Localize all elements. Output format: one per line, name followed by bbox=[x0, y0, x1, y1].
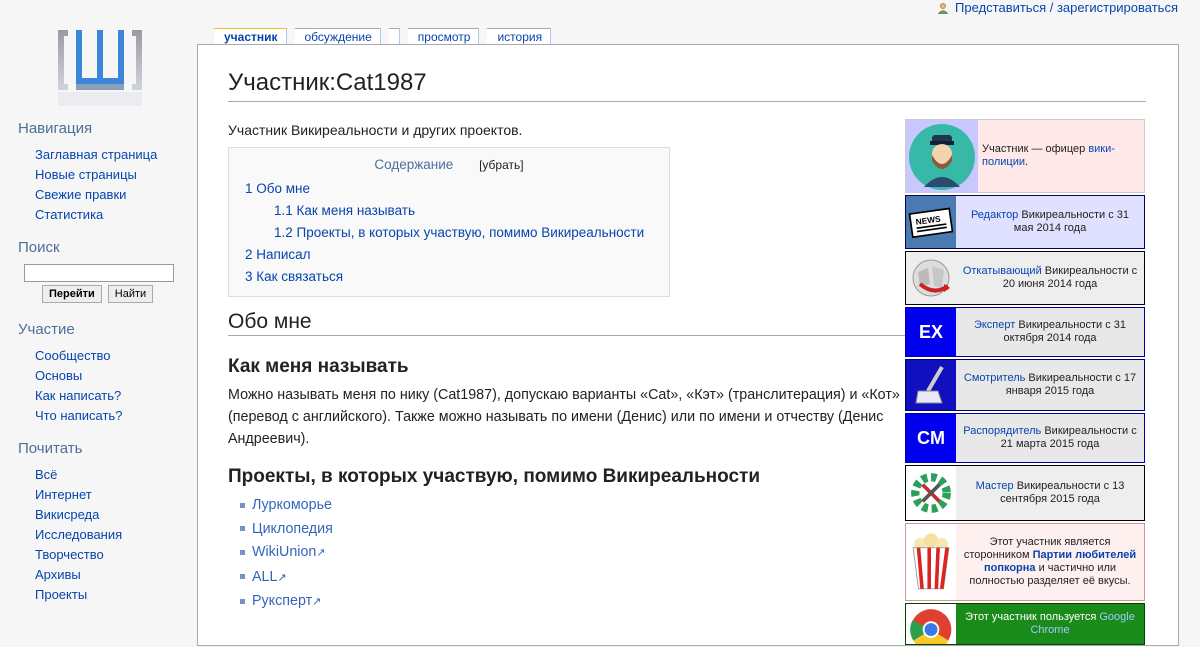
nav-item-wikisreda[interactable]: Викисреда bbox=[35, 505, 190, 525]
nav-item-all[interactable]: Всё bbox=[35, 465, 190, 485]
userbox: Мастер Викиреальности с 13 сентября 2015… bbox=[905, 465, 1145, 521]
userbox: Откатывающий Викиреальности с 20 июня 20… bbox=[905, 251, 1145, 305]
userbox-link[interactable]: Эксперт bbox=[974, 319, 1015, 331]
toc-title: Содержание bbox=[374, 157, 454, 172]
toc-hide-button[interactable]: [убрать] bbox=[479, 158, 524, 172]
projects-list: Луркоморье Циклопедия WikiUnion↗ ALL↗ Ру… bbox=[228, 494, 908, 615]
content-area: Участник:Cat1987 Участник Викиреальности… bbox=[197, 44, 1179, 646]
list-item[interactable]: ALL↗ bbox=[240, 566, 908, 591]
project-link[interactable]: Циклопедия bbox=[252, 521, 333, 537]
login-link[interactable]: Представиться / зарегистрироваться bbox=[955, 0, 1178, 15]
userbox-text: Этот участник является сторонником Парти… bbox=[963, 536, 1137, 587]
participation-portlet: Участие Сообщество Основы Как написать? … bbox=[0, 321, 190, 426]
toc-item[interactable]: 1.1 Как меня называть bbox=[237, 200, 661, 222]
userbox-text: Эксперт Викиреальности с 31 октября 2014… bbox=[973, 319, 1127, 344]
project-link[interactable]: Луркоморье bbox=[252, 497, 332, 513]
nav-item-what-to-write[interactable]: Что написать? bbox=[35, 406, 190, 426]
userboxes: Участник — офицер вики-полиции. NEWS Редак… bbox=[905, 119, 1145, 647]
nav-item-how-to-write[interactable]: Как написать? bbox=[35, 386, 190, 406]
cm-badge-icon: CM bbox=[906, 414, 956, 462]
chrome-icon bbox=[906, 604, 956, 644]
search-input[interactable] bbox=[24, 264, 174, 282]
site-logo[interactable] bbox=[52, 22, 148, 112]
search-portlet: Поиск Перейти Найти bbox=[0, 239, 190, 303]
list-item[interactable]: Циклопедия bbox=[240, 518, 908, 542]
personal-tools: Представиться / зарегистрироваться bbox=[937, 0, 1178, 15]
userbox-link[interactable]: Мастер bbox=[976, 480, 1014, 492]
userbox-link[interactable]: Распорядитель bbox=[963, 425, 1041, 437]
toc-item[interactable]: 3 Как связаться bbox=[237, 266, 661, 288]
userbox-link[interactable]: Смотритель bbox=[964, 372, 1026, 384]
read-heading: Почитать bbox=[18, 440, 83, 457]
go-button[interactable]: Перейти bbox=[42, 285, 102, 303]
subsection-heading-projects: Проекты, в которых участвую, помимо Вики… bbox=[228, 466, 761, 487]
userbox-text: Редактор Викиреальности с 31 мая 2014 го… bbox=[970, 209, 1130, 234]
userbox-text: Участник — офицер вики-полиции. bbox=[982, 143, 1115, 168]
article-body: Участник Викиреальности и других проекто… bbox=[228, 119, 908, 615]
popcorn-icon bbox=[906, 524, 956, 600]
userbox-link[interactable]: Редактор bbox=[971, 209, 1018, 221]
nav-item-research[interactable]: Исследования bbox=[35, 525, 190, 545]
nav-heading: Навигация bbox=[18, 120, 93, 137]
sidebar: Навигация Заглавная страница Новые стран… bbox=[0, 120, 190, 619]
nav-item-recent-changes[interactable]: Свежие правки bbox=[35, 185, 190, 205]
userbox: CM Распорядитель Викиреальности с 21 март… bbox=[905, 413, 1145, 463]
userbox-text: Откатывающий Викиреальности с 20 июня 20… bbox=[962, 265, 1138, 290]
list-item[interactable]: Рукспeрт↗ bbox=[240, 590, 908, 615]
page-title: Участник:Cat1987 bbox=[228, 69, 1146, 102]
table-of-contents: Содержание [убрать] 1 Обо мне 1.1 Как ме… bbox=[228, 147, 670, 297]
userbox: Смотритель Викиреальности с 17 января 20… bbox=[905, 359, 1145, 411]
read-portlet: Почитать Всё Интернет Викисреда Исследов… bbox=[0, 440, 190, 605]
nav-item-archives[interactable]: Архивы bbox=[35, 565, 190, 585]
external-link-icon: ↗ bbox=[312, 596, 322, 608]
userbox: EX Эксперт Викиреальности с 31 октября 20… bbox=[905, 307, 1145, 357]
userbox-text: Распорядитель Викиреальности с 21 марта … bbox=[963, 425, 1137, 450]
list-item[interactable]: WikiUnion↗ bbox=[240, 541, 908, 566]
nav-item-creativity[interactable]: Творчество bbox=[35, 545, 190, 565]
toc-item[interactable]: 2 Написал bbox=[237, 244, 661, 266]
ex-badge-icon: EX bbox=[906, 308, 956, 356]
gear-tools-icon bbox=[906, 466, 956, 520]
userbox: NEWS Редактор Викиреальности с 31 мая 201… bbox=[905, 195, 1145, 249]
intro-text: Участник Викиреальности и других проекто… bbox=[228, 122, 523, 138]
user-icon bbox=[937, 2, 949, 14]
userbox: Этот участник является сторонником Парти… bbox=[905, 523, 1145, 601]
nav-item-projects[interactable]: Проекты bbox=[35, 585, 190, 605]
newspaper-icon: NEWS bbox=[906, 196, 956, 248]
external-link-icon: ↗ bbox=[316, 547, 326, 559]
search-heading: Поиск bbox=[18, 239, 60, 256]
nav-item-statistics[interactable]: Статистика bbox=[35, 205, 190, 225]
userbox: Участник — офицер вики-полиции. bbox=[905, 119, 1145, 193]
userbox: Этот участник пользуется Google Chrome bbox=[905, 603, 1145, 645]
nav-item-community[interactable]: Сообщество bbox=[35, 346, 190, 366]
subsection-heading-name: Как меня называть bbox=[228, 356, 409, 377]
police-officer-icon bbox=[906, 120, 978, 192]
wiki-globe-icon bbox=[906, 252, 956, 304]
project-link[interactable]: WikiUnion bbox=[252, 544, 316, 560]
userbox-text: Смотритель Викиреальности с 17 января 20… bbox=[963, 372, 1137, 397]
nav-item-internet[interactable]: Интернет bbox=[35, 485, 190, 505]
list-item[interactable]: Луркоморье bbox=[240, 494, 908, 518]
userbox-text: Этот участник пользуется Google Chrome bbox=[965, 611, 1135, 636]
participation-heading: Участие bbox=[18, 321, 75, 338]
toc-item[interactable]: 1.2 Проекты, в которых участвую, помимо … bbox=[237, 222, 661, 244]
section-heading-about: Обо мне bbox=[228, 311, 908, 336]
name-paragraph: Можно называть меня по нику (Cat1987), д… bbox=[228, 387, 900, 447]
nav-item-main[interactable]: Заглавная страница bbox=[35, 145, 190, 165]
userbox-link[interactable]: Откатывающий bbox=[963, 265, 1042, 277]
external-link-icon: ↗ bbox=[277, 571, 287, 584]
find-button[interactable]: Найти bbox=[107, 285, 154, 303]
project-link[interactable]: ALL bbox=[252, 569, 277, 585]
nav-item-basics[interactable]: Основы bbox=[35, 366, 190, 386]
userbox-text: Мастер Викиреальности с 13 сентября 2015… bbox=[975, 480, 1125, 505]
nav-item-new-pages[interactable]: Новые страницы bbox=[35, 165, 190, 185]
toc-item[interactable]: 1 Обо мне bbox=[237, 178, 661, 200]
mop-icon bbox=[906, 360, 956, 410]
nav-portlet: Навигация Заглавная страница Новые стран… bbox=[0, 120, 190, 225]
project-link[interactable]: Рукспeрт bbox=[252, 593, 312, 609]
